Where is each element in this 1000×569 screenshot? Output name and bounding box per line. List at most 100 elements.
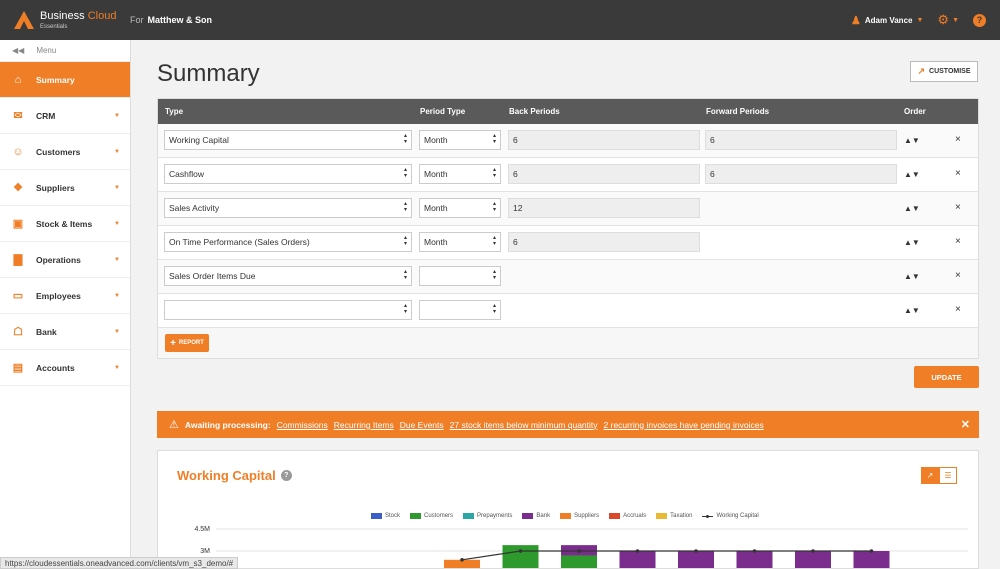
remove-row-icon[interactable]: × bbox=[955, 304, 961, 315]
line-point[interactable] bbox=[869, 549, 874, 553]
app-logo[interactable]: Business Cloud Essentials bbox=[0, 9, 130, 30]
update-button[interactable]: UPDATE bbox=[914, 366, 979, 388]
legend-label: Customers bbox=[424, 513, 454, 519]
line-point[interactable] bbox=[752, 549, 757, 553]
remove-row-icon[interactable]: × bbox=[955, 236, 961, 247]
customise-button[interactable]: ↗ CUSTOMISE bbox=[910, 61, 978, 82]
line-point[interactable] bbox=[635, 549, 640, 553]
line-point[interactable] bbox=[460, 558, 464, 562]
remove-row-icon[interactable]: × bbox=[955, 134, 961, 145]
legend-line-swatch bbox=[702, 514, 714, 518]
alert-link[interactable]: 27 stock items below minimum quantity bbox=[450, 420, 598, 430]
sidebar-item-stock-items[interactable]: ▣ Stock & Items ▼ bbox=[0, 206, 130, 242]
line-point[interactable] bbox=[811, 549, 815, 553]
legend-item[interactable]: Taxation bbox=[656, 513, 692, 519]
reorder-arrows-icon[interactable]: ▲▼ bbox=[904, 136, 920, 145]
sidebar-item-suppliers[interactable]: ❖ Suppliers ▼ bbox=[0, 170, 130, 206]
reorder-arrows-icon[interactable]: ▲▼ bbox=[904, 170, 920, 179]
remove-row-icon[interactable]: × bbox=[955, 202, 961, 213]
back-periods-input[interactable]: 12 bbox=[508, 198, 700, 218]
type-select[interactable]: On Time Performance (Sales Orders) bbox=[164, 232, 412, 252]
line-point[interactable] bbox=[518, 549, 523, 553]
period-type-select[interactable]: Month bbox=[419, 232, 501, 252]
user-menu[interactable]: ♟ Adam Vance ▼ bbox=[851, 14, 923, 27]
line-point[interactable] bbox=[694, 549, 698, 553]
app-name: Business bbox=[40, 9, 85, 22]
settings-menu[interactable]: ⚙ ▼ bbox=[937, 12, 959, 28]
back-periods-input[interactable]: 6 bbox=[508, 232, 700, 252]
help-icon[interactable]: ? bbox=[973, 13, 986, 27]
table-row: Sales Activity Month 12 ▲▼ × bbox=[158, 192, 978, 226]
legend-swatch bbox=[463, 513, 475, 519]
chart-title: Working Capital bbox=[177, 468, 276, 483]
chart-view-button[interactable]: ↗ bbox=[921, 467, 939, 484]
legend-item[interactable]: Customers bbox=[410, 513, 453, 519]
legend-item[interactable]: Bank bbox=[522, 513, 550, 519]
alert-link[interactable]: Due Events bbox=[400, 420, 444, 430]
chevron-down-icon: ▼ bbox=[114, 148, 120, 155]
forward-periods-input[interactable]: 6 bbox=[705, 130, 897, 150]
sidebar-item-bank[interactable]: ☖ Bank ▼ bbox=[0, 314, 130, 350]
legend-label: Taxation bbox=[670, 513, 693, 519]
bar-segment[interactable] bbox=[502, 545, 539, 569]
close-icon[interactable]: ✕ bbox=[961, 418, 970, 431]
legend-item[interactable]: Working Capital bbox=[702, 513, 759, 519]
company-name[interactable]: Matthew & Son bbox=[148, 15, 213, 25]
chevron-down-icon: ▼ bbox=[114, 184, 120, 191]
type-select[interactable]: Working Capital bbox=[164, 130, 412, 150]
chevron-down-icon: ▼ bbox=[916, 16, 924, 24]
type-select[interactable]: Sales Activity bbox=[164, 198, 412, 218]
bar-segment[interactable] bbox=[795, 551, 831, 569]
alert-link[interactable]: Commissions bbox=[277, 420, 328, 430]
alert-link[interactable]: Recurring Items bbox=[334, 420, 394, 430]
sidebar-item-label: Bank bbox=[36, 326, 57, 337]
sidebar-item-summary[interactable]: ⌂ Summary bbox=[0, 62, 130, 98]
sidebar-item-operations[interactable]: ▇ Operations ▼ bbox=[0, 242, 130, 278]
logo-mark-icon bbox=[14, 11, 34, 29]
bar-segment[interactable] bbox=[561, 555, 597, 569]
bar-segment[interactable] bbox=[619, 551, 656, 569]
period-type-select[interactable]: Month bbox=[419, 198, 501, 218]
legend-item[interactable]: Prepayments bbox=[463, 513, 512, 519]
legend-item[interactable]: Suppliers bbox=[560, 513, 599, 519]
legend-item[interactable]: Stock bbox=[371, 513, 400, 519]
back-periods-input[interactable]: 6 bbox=[508, 130, 700, 150]
legend-item[interactable]: Accruals bbox=[609, 513, 646, 519]
sidebar-item-accounts[interactable]: ▤ Accounts ▼ bbox=[0, 350, 130, 386]
line-point[interactable] bbox=[577, 549, 581, 553]
warning-icon: ⚠ bbox=[169, 419, 179, 431]
alert-link[interactable]: 2 recurring invoices have pending invoic… bbox=[604, 420, 764, 430]
table-view-button[interactable]: ☰ bbox=[939, 467, 957, 484]
type-select[interactable]: Cashflow bbox=[164, 164, 412, 184]
period-type-select[interactable] bbox=[419, 266, 501, 286]
menu-toggle[interactable]: ◀◀ Menu bbox=[0, 40, 130, 62]
type-select[interactable]: Sales Order Items Due bbox=[164, 266, 412, 286]
forward-periods-input[interactable]: 6 bbox=[705, 164, 897, 184]
reorder-arrows-icon[interactable]: ▲▼ bbox=[904, 238, 920, 247]
plus-icon: + bbox=[170, 337, 176, 349]
reorder-arrows-icon[interactable]: ▲▼ bbox=[904, 272, 920, 281]
list-icon: ☰ bbox=[944, 471, 952, 480]
bar-segment[interactable] bbox=[678, 551, 714, 569]
bar-segment[interactable] bbox=[853, 551, 890, 569]
add-report-button[interactable]: + REPORT bbox=[165, 334, 209, 352]
legend-label: Prepayments bbox=[477, 513, 513, 519]
period-type-select[interactable]: Month bbox=[419, 130, 501, 150]
menu-label: Menu bbox=[36, 46, 57, 55]
reorder-arrows-icon[interactable]: ▲▼ bbox=[904, 204, 920, 213]
back-periods-input[interactable]: 6 bbox=[508, 164, 700, 184]
period-type-select[interactable] bbox=[419, 300, 501, 320]
help-icon[interactable]: ? bbox=[280, 470, 292, 481]
sidebar-item-customers[interactable]: ☺ Customers ▼ bbox=[0, 134, 130, 170]
period-type-select[interactable]: Month bbox=[419, 164, 501, 184]
table-row: Working Capital Month 66 ▲▼ × bbox=[158, 124, 978, 158]
sidebar-item-employees[interactable]: ▭ Employees ▼ bbox=[0, 278, 130, 314]
remove-row-icon[interactable]: × bbox=[955, 168, 961, 179]
remove-row-icon[interactable]: × bbox=[955, 270, 961, 281]
sidebar-item-crm[interactable]: ✉ CRM ▼ bbox=[0, 98, 130, 134]
reorder-arrows-icon[interactable]: ▲▼ bbox=[904, 306, 920, 315]
bar-segment[interactable] bbox=[736, 551, 773, 569]
type-select[interactable] bbox=[164, 300, 412, 320]
chart-legend: Stock Customers Prepayments Bank Suppliers Ac… bbox=[371, 513, 759, 519]
header-type: Type bbox=[165, 107, 184, 116]
